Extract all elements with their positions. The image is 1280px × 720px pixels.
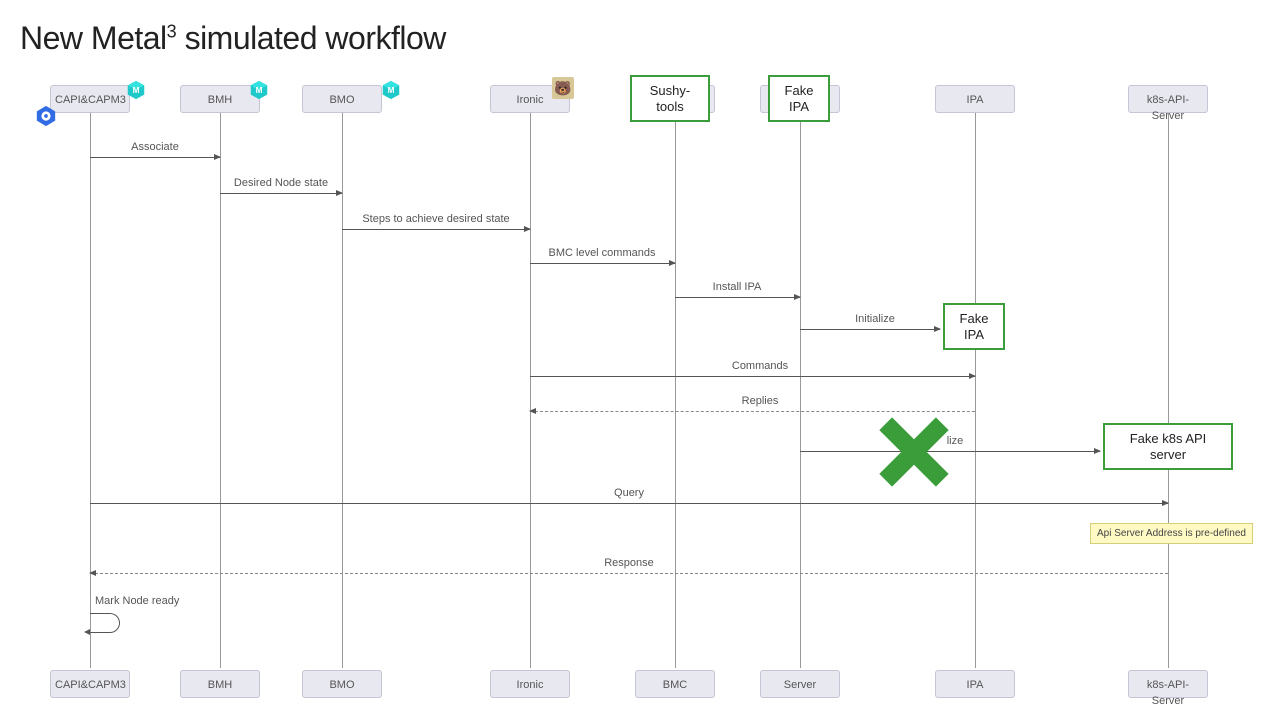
- lifeline: [530, 113, 531, 668]
- arrow: [800, 329, 940, 330]
- participant-bmh-bottom: BMH: [180, 670, 260, 698]
- arrow-reply: [530, 411, 975, 412]
- participant-ironic-bottom: Ironic: [490, 670, 570, 698]
- page-title: New Metal3 simulated workflow: [20, 20, 446, 57]
- cube-icon: M: [248, 79, 270, 101]
- lifeline: [220, 113, 221, 668]
- self-loop: [90, 613, 120, 633]
- lifeline: [675, 113, 676, 668]
- participant-ipa: IPA: [935, 85, 1015, 113]
- bear-icon: 🐻: [552, 77, 574, 99]
- arrow: [220, 193, 342, 194]
- cube-icon: M: [125, 79, 147, 101]
- cube-icon: M: [380, 79, 402, 101]
- participant-k8s-bottom: k8s-API-Server: [1128, 670, 1208, 698]
- arrow-reply: [90, 573, 1168, 574]
- msg-label: Desired Node state: [234, 177, 328, 189]
- arrow: [530, 376, 975, 377]
- msg-label: Mark Node ready: [95, 595, 179, 607]
- title-text-before: New Metal: [20, 20, 167, 56]
- participant-bmo: BMO: [302, 85, 382, 113]
- arrow: [530, 263, 675, 264]
- msg-label: Response: [604, 557, 654, 569]
- lifeline: [90, 113, 91, 668]
- arrow: [342, 229, 530, 230]
- participant-capi-bottom: CAPI&CAPM3: [50, 670, 130, 698]
- msg-label: Associate: [131, 141, 179, 153]
- msg-label: Replies: [742, 395, 779, 407]
- msg-label: Install IPA: [713, 281, 762, 293]
- note: Api Server Address is pre-defined: [1090, 523, 1253, 544]
- arrow: [90, 503, 1168, 504]
- lifeline: [342, 113, 343, 668]
- msg-label: Steps to achieve desired state: [362, 213, 509, 225]
- participant-capi: CAPI&CAPM3: [50, 85, 130, 113]
- overlay-sushy: Sushy- tools: [630, 75, 710, 122]
- title-text-after: simulated workflow: [176, 20, 446, 56]
- participant-bmc-bottom: BMC: [635, 670, 715, 698]
- participant-k8s: k8s-API-Server: [1128, 85, 1208, 113]
- sequence-diagram: CAPI&CAPM3 BMH BMO Ironic BMC Server IPA…: [20, 85, 1260, 710]
- arrow: [675, 297, 800, 298]
- lifeline: [975, 113, 976, 668]
- svg-text:M: M: [256, 86, 263, 95]
- svg-text:M: M: [133, 86, 140, 95]
- arrow: [800, 451, 1100, 452]
- lifeline: [1168, 113, 1169, 668]
- msg-label: Query: [614, 487, 644, 499]
- participant-ipa-bottom: IPA: [935, 670, 1015, 698]
- cross-icon: [878, 417, 948, 487]
- kubernetes-icon: [35, 105, 57, 127]
- arrow: [90, 157, 220, 158]
- participant-bmo-bottom: BMO: [302, 670, 382, 698]
- overlay-fakeipa-right: Fake IPA: [943, 303, 1005, 350]
- msg-label: Commands: [732, 360, 788, 372]
- svg-text:M: M: [388, 86, 395, 95]
- participant-server-bottom: Server: [760, 670, 840, 698]
- overlay-fakek8s: Fake k8s API server: [1103, 423, 1233, 470]
- msg-label: lize: [947, 435, 964, 447]
- msg-label: BMC level commands: [549, 247, 656, 259]
- overlay-fakeipa-top: Fake IPA: [768, 75, 830, 122]
- title-sup: 3: [167, 21, 177, 41]
- lifeline: [800, 113, 801, 668]
- msg-label: Initialize: [855, 313, 895, 325]
